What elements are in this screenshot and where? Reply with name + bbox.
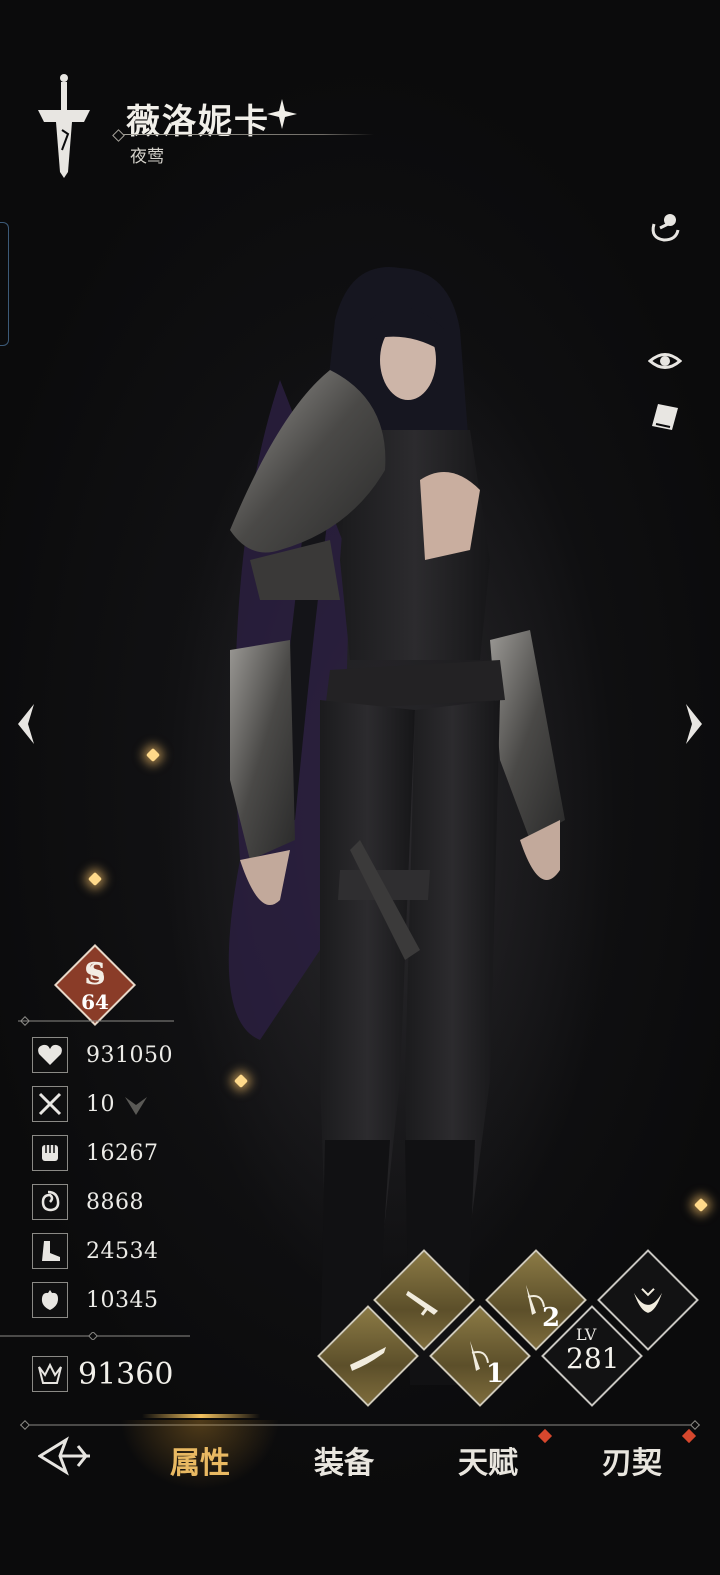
- rank-chevron-icon: [125, 1097, 147, 1115]
- stat-row-attack: 10: [32, 1085, 149, 1123]
- skill-slot-number: 2: [542, 1302, 561, 1333]
- moon-crest-icon: [634, 1288, 662, 1313]
- tab-attributes[interactable]: 属性: [170, 1438, 230, 1482]
- character-name: 薇洛妮卡: [126, 102, 270, 142]
- stat-row-vitality: 10345: [32, 1281, 159, 1319]
- star-icon: [267, 99, 297, 129]
- heart-icon: [32, 1037, 68, 1073]
- stat-value: 931050: [86, 1042, 173, 1068]
- broadcast-icon[interactable]: [648, 210, 682, 244]
- combat-power-value: 91360: [78, 1356, 174, 1392]
- character-title: 夜莺: [130, 147, 164, 167]
- stat-value: 24534: [86, 1238, 159, 1264]
- skill-level-value: 281: [566, 1342, 620, 1375]
- card-icon[interactable]: [648, 400, 682, 434]
- active-tab-indicator: [142, 1414, 260, 1418]
- back-icon[interactable]: [38, 1436, 92, 1476]
- rank-level: 64: [81, 990, 109, 1014]
- fist-icon: [32, 1135, 68, 1171]
- rank-divider: [18, 1016, 174, 1026]
- stat-value: 16267: [86, 1140, 159, 1166]
- anatomical-heart-icon: [32, 1282, 68, 1318]
- stats-divider: [0, 1332, 190, 1340]
- tab-blade-pact[interactable]: 刃契: [602, 1438, 662, 1482]
- stat-value: 10: [86, 1091, 115, 1117]
- boot-icon: [32, 1233, 68, 1269]
- left-edge-tab[interactable]: [0, 222, 9, 346]
- crossed-swords-icon: [32, 1086, 68, 1122]
- previous-character-arrow-icon[interactable]: [14, 702, 42, 746]
- stat-row-spiral: 8868: [32, 1183, 144, 1221]
- name-underline: [118, 134, 374, 135]
- stat-value: 10345: [86, 1287, 159, 1313]
- svg-text:S: S: [89, 960, 105, 986]
- combat-power-icon: [32, 1356, 68, 1392]
- sword-emblem-icon: [38, 74, 90, 178]
- stat-row-power: 16267: [32, 1134, 159, 1172]
- combat-power-row: 91360: [32, 1356, 173, 1392]
- spiral-icon: [32, 1184, 68, 1220]
- stat-row-speed: 24534: [32, 1232, 159, 1270]
- blade-slash-icon: [350, 1346, 386, 1371]
- skill-slot-number: 1: [486, 1358, 505, 1389]
- tab-equipment[interactable]: 装备: [314, 1438, 374, 1482]
- eye-icon[interactable]: [648, 344, 682, 378]
- stat-row-hp: 931050: [32, 1036, 173, 1074]
- dagger-icon: [406, 1290, 438, 1316]
- tab-talent[interactable]: 天赋: [458, 1438, 518, 1482]
- stat-value: 8868: [86, 1189, 144, 1215]
- character-model[interactable]: [200, 260, 580, 1390]
- next-character-arrow-icon[interactable]: [678, 702, 706, 746]
